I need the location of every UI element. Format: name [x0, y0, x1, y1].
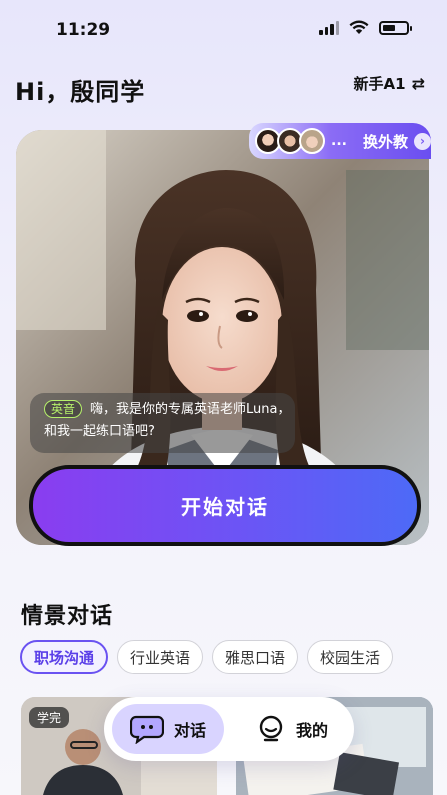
chat-bubble-icon [130, 715, 164, 744]
nav-chat-label: 对话 [173, 721, 206, 740]
nav-me-label: 我的 [296, 721, 329, 740]
completed-badge: 学完 [29, 707, 70, 728]
scenario-section-title: 情景对话 [21, 604, 114, 629]
avatar [299, 128, 325, 154]
teacher-avatars [255, 128, 325, 154]
greeting-title: Hi，殷同学 [15, 78, 146, 106]
status-time: 11:29 [56, 20, 111, 40]
wifi-icon [349, 20, 369, 34]
cellular-signal-icon [319, 20, 339, 35]
chip-campus[interactable]: 校园生活 [307, 640, 394, 674]
switch-teacher-label: 换外教 [362, 132, 408, 151]
teacher-speech-bubble: 英音 嗨，我是你的专属英语老师Luna，和我一起练口语吧? [30, 393, 295, 453]
switch-teacher-button[interactable]: ... 换外教 › [249, 123, 431, 159]
profile-icon [259, 715, 283, 742]
battery-icon [379, 20, 412, 35]
nav-chat-tab[interactable]: 对话 [112, 704, 224, 754]
accent-tag: 英音 [44, 400, 83, 418]
more-teachers-dots: ... [331, 133, 347, 149]
bottom-nav: 对话 我的 [104, 697, 354, 761]
start-conversation-button[interactable]: 开始对话 [29, 465, 421, 546]
chip-ielts[interactable]: 雅思口语 [212, 640, 299, 674]
nav-me-tab[interactable]: 我的 [238, 704, 346, 754]
chip-industry[interactable]: 行业英语 [117, 640, 204, 674]
chevron-right-icon: › [413, 132, 431, 150]
level-switch-button[interactable]: 新手A1 ⇄ [354, 73, 425, 94]
level-label: 新手A1 [353, 75, 406, 93]
status-bar: 11:29 [0, 0, 447, 60]
scenario-chips: 职场沟通 行业英语 雅思口语 校园生活 [20, 640, 394, 674]
swap-arrows-icon: ⇄ [411, 74, 425, 93]
chip-workplace[interactable]: 职场沟通 [20, 640, 109, 674]
status-icons [319, 20, 412, 35]
